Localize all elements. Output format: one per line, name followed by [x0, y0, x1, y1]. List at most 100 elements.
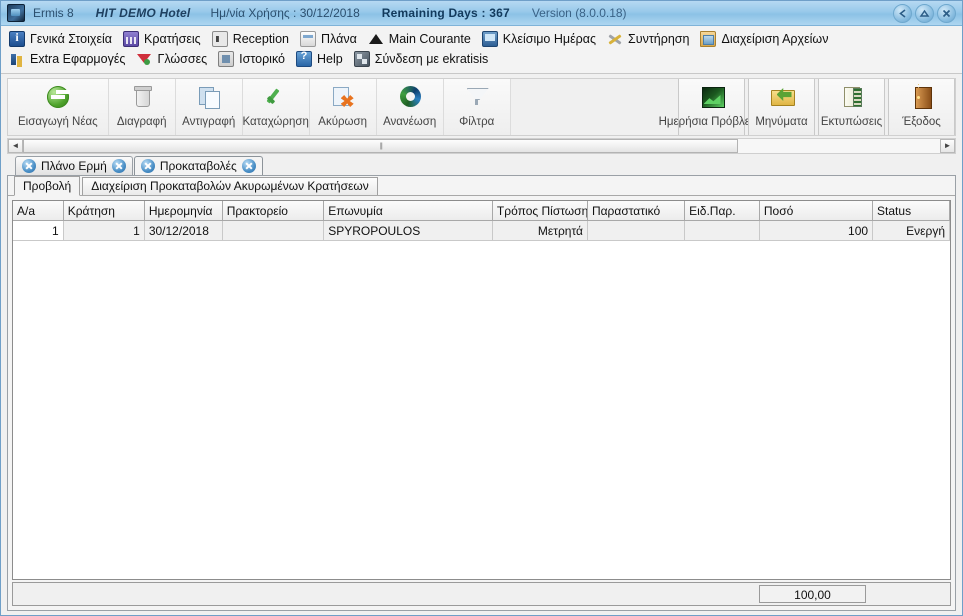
menu-item-σύνδεση-με-ekratisis[interactable]: Σύνδεση με ekratisis: [352, 50, 498, 69]
toolbar-spacer: [510, 79, 675, 135]
menu-item-ιστορικό[interactable]: Ιστορικό: [216, 50, 294, 69]
reception-icon: [211, 31, 228, 47]
column-header-tropos[interactable]: Τρόπος Πίστωση: [492, 201, 588, 221]
column-header-aa[interactable]: A/a: [13, 201, 64, 221]
scrollbar-thumb[interactable]: [23, 139, 739, 153]
minimize-button[interactable]: [893, 4, 912, 23]
cell-status[interactable]: Ενεργή: [872, 220, 950, 241]
menu-item-extra-εφαρμογές[interactable]: Extra Εφαρμογές: [7, 50, 134, 69]
menu-row-secondary: Extra Εφαρμογές Γλώσσες Ιστορικό Help Σύνδεσ…: [7, 49, 956, 69]
printouts-button[interactable]: Εκτυπώσεις: [818, 79, 885, 135]
extra-apps-icon: [9, 51, 25, 67]
close-tab-icon[interactable]: [241, 159, 256, 173]
cell-kratisi[interactable]: 1: [63, 220, 145, 241]
menu-item-διαχείριση-αρχείων[interactable]: Διαχείριση Αρχείων: [698, 30, 837, 49]
cell-eponymia[interactable]: SPYROPOULOS: [323, 220, 493, 241]
app-logo-icon: [7, 4, 25, 22]
column-header-imerominia[interactable]: Ημερομηνία: [144, 201, 223, 221]
plans-icon: [300, 31, 316, 47]
menu-item-label: Extra Εφαρμογές: [30, 52, 126, 66]
menu-item-γλώσσες[interactable]: Γλώσσες: [134, 50, 216, 69]
menu-item-label: Κλείσιμο Ημέρας: [502, 32, 597, 46]
cell-eid_par[interactable]: [684, 220, 760, 241]
column-header-status[interactable]: Status: [872, 201, 950, 221]
scroll-left-arrow-button[interactable]: ◄: [8, 139, 23, 153]
toolbar-button-label: Εκτυπώσεις: [820, 116, 883, 128]
menu-item-reception[interactable]: Reception: [210, 30, 298, 49]
total-amount-field: 100,00: [759, 585, 866, 603]
table-row[interactable]: 1 1 30/12/2018 SPYROPOULOS Μετρητά 100 Ενεργή: [13, 220, 950, 241]
insert-new-button[interactable]: Εισαγωγή Νέας: [8, 79, 109, 135]
refresh-icon: [395, 84, 425, 112]
menu-item-κρατήσεις[interactable]: Κρατήσεις: [121, 30, 210, 49]
cancel-button[interactable]: Ακύρωση: [309, 79, 377, 135]
tab-manage-cancelled-deposits[interactable]: Διαχείριση Προκαταβολών Ακυρωμένων Κρατή…: [82, 177, 378, 195]
menu-item-help[interactable]: Help: [294, 50, 352, 69]
deposits-table: A/a Κράτηση Ημερομηνία Πρακτορείο Επωνυμία Τρ…: [13, 201, 950, 241]
toolbar-button-label: Έξοδος: [902, 116, 941, 128]
grid-empty-space: [13, 241, 950, 579]
mdi-tab-bar: Πλάνο Ερμή Προκαταβολές: [1, 154, 962, 175]
menu-bar: Γενικά Στοιχεία Κρατήσεις Reception Πλάνα Ma…: [1, 26, 962, 74]
menu-item-label: Reception: [232, 32, 289, 46]
checkmark-icon: [261, 84, 291, 112]
inner-tab-bar: Προβολή Διαχείριση Προκαταβολών Ακυρωμένω…: [8, 176, 955, 196]
toolbar-button-label: Ανανέωση: [383, 116, 437, 128]
daily-forecast-button[interactable]: Ημερήσια Πρόβλεψη: [659, 79, 764, 135]
cell-praktoreio[interactable]: [222, 220, 325, 241]
cell-tropos[interactable]: Μετρητά: [492, 220, 588, 241]
menu-item-label: Συντήρηση: [628, 32, 690, 46]
save-button[interactable]: Καταχώρηση: [243, 79, 310, 135]
toolbar-button-label: Αντιγραφή: [182, 116, 236, 128]
cell-imerominia[interactable]: 30/12/2018: [144, 220, 223, 241]
refresh-button[interactable]: Ανανέωση: [376, 79, 444, 135]
door-exit-icon: [907, 84, 937, 112]
app-name-label: Ermis 8: [33, 6, 74, 20]
menu-item-label: Ιστορικό: [239, 52, 286, 66]
cell-poso[interactable]: 100: [759, 220, 874, 241]
close-tab-icon[interactable]: [140, 159, 155, 173]
horizontal-scrollbar[interactable]: ◄ ►: [7, 138, 956, 154]
column-header-kratisi[interactable]: Κράτηση: [63, 201, 145, 221]
menu-item-main-courante[interactable]: Main Courante: [366, 30, 480, 49]
hotel-name-label: HIT DEMO Hotel: [95, 6, 191, 20]
column-header-parastatiko[interactable]: Παραστατικό: [587, 201, 686, 221]
toolbar-button-label: Διαγραφή: [116, 116, 167, 128]
mdi-tab-prokatavoles[interactable]: Προκαταβολές: [133, 156, 263, 175]
menu-item-κλείσιμο-ημέρας[interactable]: Κλείσιμο Ημέρας: [480, 30, 605, 49]
column-header-eid_par[interactable]: Ειδ.Παρ.: [684, 201, 760, 221]
mdi-tab-plano-ermi[interactable]: Πλάνο Ερμή: [15, 156, 133, 175]
funnel-icon: [462, 84, 492, 112]
column-header-eponymia[interactable]: Επωνυμία: [323, 201, 493, 221]
toolbar-button-label: Εισαγωγή Νέας: [18, 116, 98, 128]
grid-footer: 100,00: [12, 582, 951, 606]
scrollbar-track[interactable]: [23, 139, 940, 153]
menu-item-label: Γλώσσες: [157, 52, 208, 66]
application-window: Ermis 8 HIT DEMO Hotel Ημ/νία Χρήσης : 3…: [0, 0, 963, 616]
close-tab-icon[interactable]: [111, 159, 126, 173]
messages-button[interactable]: Μηνύματα: [748, 79, 815, 135]
copy-button[interactable]: Αντιγραφή: [175, 79, 243, 135]
deposits-grid[interactable]: A/a Κράτηση Ημερομηνία Πρακτορείο Επωνυμία Τρ…: [12, 200, 951, 580]
close-button[interactable]: [937, 4, 956, 23]
scroll-right-arrow-button[interactable]: ►: [940, 139, 955, 153]
cell-parastatiko[interactable]: [587, 220, 686, 241]
title-bar: Ermis 8 HIT DEMO Hotel Ημ/νία Χρήσης : 3…: [1, 1, 962, 26]
remaining-days-label: Remaining Days : 367: [381, 6, 510, 20]
close-tab-icon[interactable]: [22, 159, 36, 173]
menu-item-γενικά-στοιχεία[interactable]: Γενικά Στοιχεία: [7, 30, 121, 49]
menu-item-πλάνα[interactable]: Πλάνα: [298, 30, 366, 49]
chevron-right-icon: ►: [943, 141, 952, 150]
column-header-praktoreio[interactable]: Πρακτορείο: [222, 201, 325, 221]
filters-button[interactable]: Φίλτρα: [443, 79, 511, 135]
menu-item-label: Main Courante: [388, 32, 471, 46]
tab-provoli[interactable]: Προβολή: [14, 176, 81, 196]
cell-aa[interactable]: 1: [13, 220, 64, 241]
exit-button[interactable]: Έξοδος: [888, 79, 955, 135]
maximize-button[interactable]: [915, 4, 934, 23]
close-day-icon: [481, 31, 498, 47]
delete-button[interactable]: Διαγραφή: [108, 79, 176, 135]
menu-item-συντήρηση[interactable]: Συντήρηση: [605, 30, 698, 49]
toolbar-button-label: Μηνύματα: [755, 116, 808, 128]
column-header-poso[interactable]: Ποσό: [759, 201, 874, 221]
